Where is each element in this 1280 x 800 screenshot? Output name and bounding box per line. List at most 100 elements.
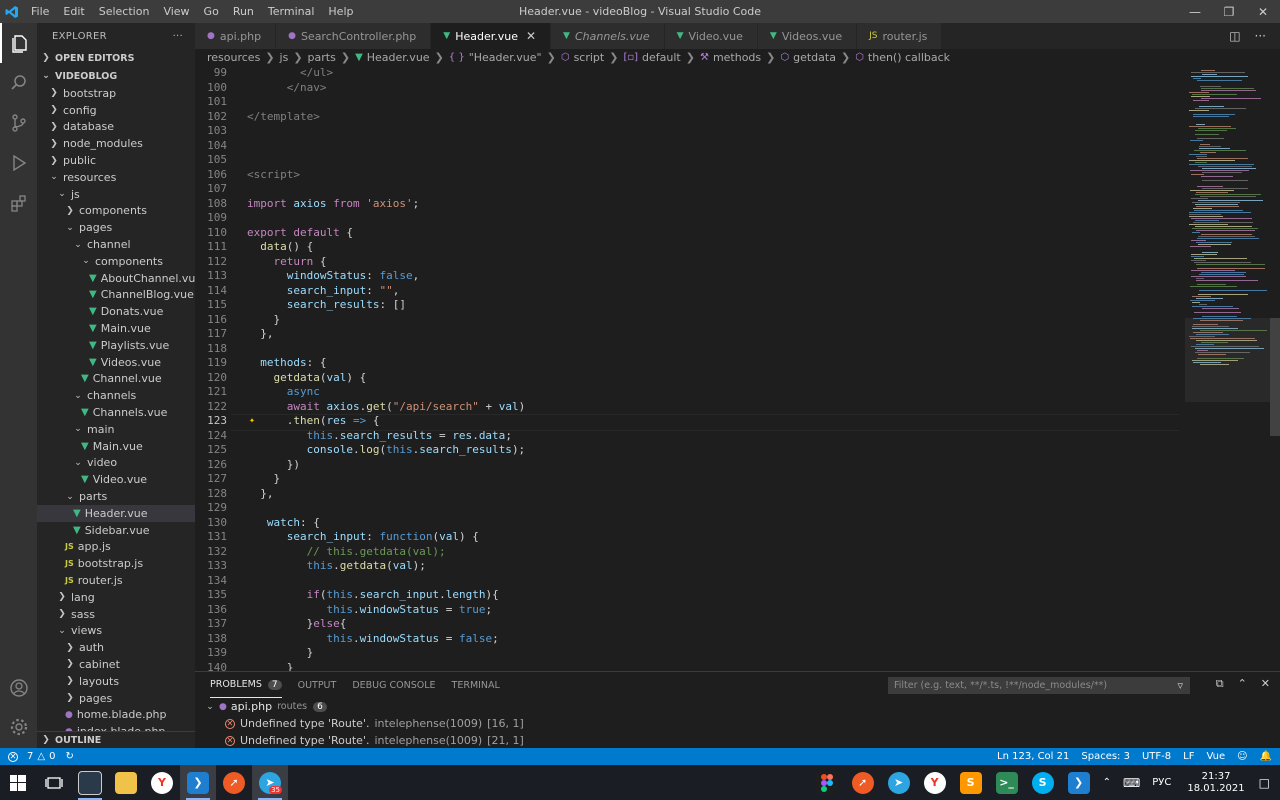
scrollbar-thumb[interactable] <box>1270 318 1280 436</box>
project-section[interactable]: ⌄ VIDEOBLOG <box>37 67 195 85</box>
postman-pinned-icon[interactable]: ➚ <box>845 765 881 800</box>
maximize-panel-icon[interactable]: ⌃ <box>1238 677 1247 691</box>
tab-searchcontroller-php[interactable]: ● SearchController.php <box>276 23 432 49</box>
folder-item[interactable]: ⌄ channels <box>37 387 195 404</box>
file-item[interactable]: ▼ Sidebar.vue <box>37 522 195 539</box>
indentation[interactable]: Spaces: 3 <box>1081 751 1130 762</box>
folder-item[interactable]: ⌄ parts <box>37 488 195 505</box>
breadcrumb-item[interactable]: getdata <box>793 51 836 64</box>
folder-item[interactable]: ❯ components <box>37 203 195 220</box>
skype-app-icon[interactable]: S <box>1025 765 1061 800</box>
folder-item[interactable]: ⌄ components <box>37 253 195 270</box>
search-icon[interactable] <box>0 63 37 103</box>
tab-router-js[interactable]: JS router.js <box>857 23 943 49</box>
run-debug-icon[interactable] <box>0 143 37 183</box>
start-icon[interactable] <box>0 765 36 800</box>
explorer-icon[interactable] <box>0 23 37 63</box>
file-item[interactable]: ▼ Playlists.vue <box>37 337 195 354</box>
close-tab-icon[interactable]: ✕ <box>526 29 536 43</box>
open-editors-section[interactable]: ❯ OPEN EDITORS <box>37 49 195 67</box>
filter-icon[interactable]: ▿ <box>1177 679 1183 692</box>
file-item[interactable]: ▼ AboutChannel.vue <box>37 270 195 287</box>
folder-item[interactable]: ⌄ video <box>37 455 195 472</box>
terminal-app-icon[interactable]: >_ <box>989 765 1025 800</box>
vscode-app-icon[interactable]: ❯ <box>180 765 216 800</box>
file-item[interactable]: ▼ ChannelBlog.vue <box>37 287 195 304</box>
language-indicator[interactable]: РУС <box>1152 777 1171 788</box>
sublime-text-icon[interactable]: S <box>953 765 989 800</box>
gear-icon[interactable] <box>0 707 37 747</box>
task-view-icon[interactable] <box>36 765 72 800</box>
tab-header-vue[interactable]: ▼ Header.vue ✕ <box>431 23 552 49</box>
breadcrumb-item[interactable]: resources <box>207 51 260 64</box>
more-actions-icon[interactable]: ··· <box>1255 29 1266 43</box>
extensions-icon[interactable] <box>0 183 37 223</box>
file-item[interactable]: JS app.js <box>37 539 195 556</box>
vscode-pinned-icon[interactable]: ❯ <box>1061 765 1097 800</box>
problems-filter-input[interactable]: Filter (e.g. text, **/*.ts, !**/node_mod… <box>888 677 1190 694</box>
breadcrumb-item[interactable]: then() callback <box>868 51 950 64</box>
close-icon[interactable]: ✕ <box>1246 0 1280 23</box>
file-item[interactable]: ▼ Header.vue <box>37 504 195 522</box>
menu-selection[interactable]: Selection <box>92 5 157 18</box>
panel-tab-problems[interactable]: PROBLEMS 7 <box>210 672 282 698</box>
tab-api-php[interactable]: ● api.php <box>195 23 277 49</box>
breadcrumb-item[interactable]: js <box>280 51 289 64</box>
folder-item[interactable]: ❯ config <box>37 102 195 119</box>
tab-channels-vue[interactable]: ▼ Channels.vue <box>551 23 665 49</box>
minimap[interactable] <box>1185 66 1270 671</box>
problems-status[interactable]: ✕ 7 △ 0 ↻ <box>0 751 74 762</box>
folder-item[interactable]: ⌄ channel <box>37 236 195 253</box>
lightbulb-icon[interactable]: ✦ <box>249 415 259 427</box>
keyboard-icon[interactable]: ⌨ <box>1123 776 1140 790</box>
problem-item[interactable]: ✕ Undefined type 'Route'. intelephense(100… <box>195 732 1280 749</box>
notifications-icon[interactable]: 🔔 <box>1260 751 1272 762</box>
account-icon[interactable] <box>0 668 37 708</box>
folder-item[interactable]: ⌄ pages <box>37 219 195 236</box>
breadcrumb-item[interactable]: "Header.vue" <box>469 51 542 64</box>
breadcrumb-item[interactable]: Header.vue <box>367 51 430 64</box>
folder-item[interactable]: ⌄ main <box>37 421 195 438</box>
folder-item[interactable]: ⌄ resources <box>37 169 195 186</box>
panel-tab-output[interactable]: OUTPUT <box>298 672 337 698</box>
menu-edit[interactable]: Edit <box>56 5 91 18</box>
problem-group[interactable]: ⌄ ● api.php routes 6 <box>195 698 1280 715</box>
folder-item[interactable]: ❯ sass <box>37 606 195 623</box>
live-share-icon[interactable]: ↻ <box>65 751 73 762</box>
feedback-icon[interactable]: ☺ <box>1237 751 1247 762</box>
folder-item[interactable]: ❯ pages <box>37 690 195 707</box>
folder-item[interactable]: ❯ bootstrap <box>37 85 195 102</box>
folder-item[interactable]: ❯ lang <box>37 589 195 606</box>
folder-item[interactable]: ❯ public <box>37 152 195 169</box>
file-item[interactable]: ▼ Main.vue <box>37 320 195 337</box>
minimize-icon[interactable]: — <box>1178 0 1212 23</box>
file-item[interactable]: ▼ Channel.vue <box>37 371 195 388</box>
encoding[interactable]: UTF-8 <box>1142 751 1171 762</box>
breadcrumb-item[interactable]: parts <box>308 51 336 64</box>
folder-item[interactable]: ❯ cabinet <box>37 656 195 673</box>
yandex-browser-app-icon[interactable]: Y <box>144 765 180 800</box>
file-item[interactable]: ▼ Main.vue <box>37 438 195 455</box>
more-actions-icon[interactable]: ··· <box>173 31 183 42</box>
file-item[interactable]: ● home.blade.php <box>37 706 195 723</box>
folder-item[interactable]: ❯ auth <box>37 639 195 656</box>
calculator-app-icon[interactable] <box>72 765 108 800</box>
clock[interactable]: 21:37 18.01.2021 <box>1187 771 1244 795</box>
panel-tab-terminal[interactable]: TERMINAL <box>452 672 500 698</box>
panel-tab-debug-console[interactable]: DEBUG CONSOLE <box>352 672 435 698</box>
file-explorer-app-icon[interactable] <box>108 765 144 800</box>
source-control-icon[interactable] <box>0 103 37 143</box>
code-editor[interactable]: 99 </ul> 100 </nav> 101 102 </template> 103 10… <box>195 66 1185 671</box>
menu-run[interactable]: Run <box>226 5 261 18</box>
maximize-icon[interactable]: ❐ <box>1212 0 1246 23</box>
file-item[interactable]: ▼ Video.vue <box>37 471 195 488</box>
yandex-pinned-icon[interactable]: Y <box>917 765 953 800</box>
split-editor-icon[interactable]: ◫ <box>1229 29 1240 43</box>
end-of-line[interactable]: LF <box>1183 751 1194 762</box>
show-hidden-icons[interactable]: ⌃ <box>1103 777 1111 788</box>
breadcrumb-item[interactable]: default <box>642 51 681 64</box>
problem-item[interactable]: ✕ Undefined type 'Route'. intelephense(100… <box>195 715 1280 732</box>
telegram-app-icon[interactable]: ➤ 35 <box>252 765 288 800</box>
language-mode[interactable]: Vue <box>1206 751 1225 762</box>
notification-center-icon[interactable]: □ <box>1259 776 1270 790</box>
